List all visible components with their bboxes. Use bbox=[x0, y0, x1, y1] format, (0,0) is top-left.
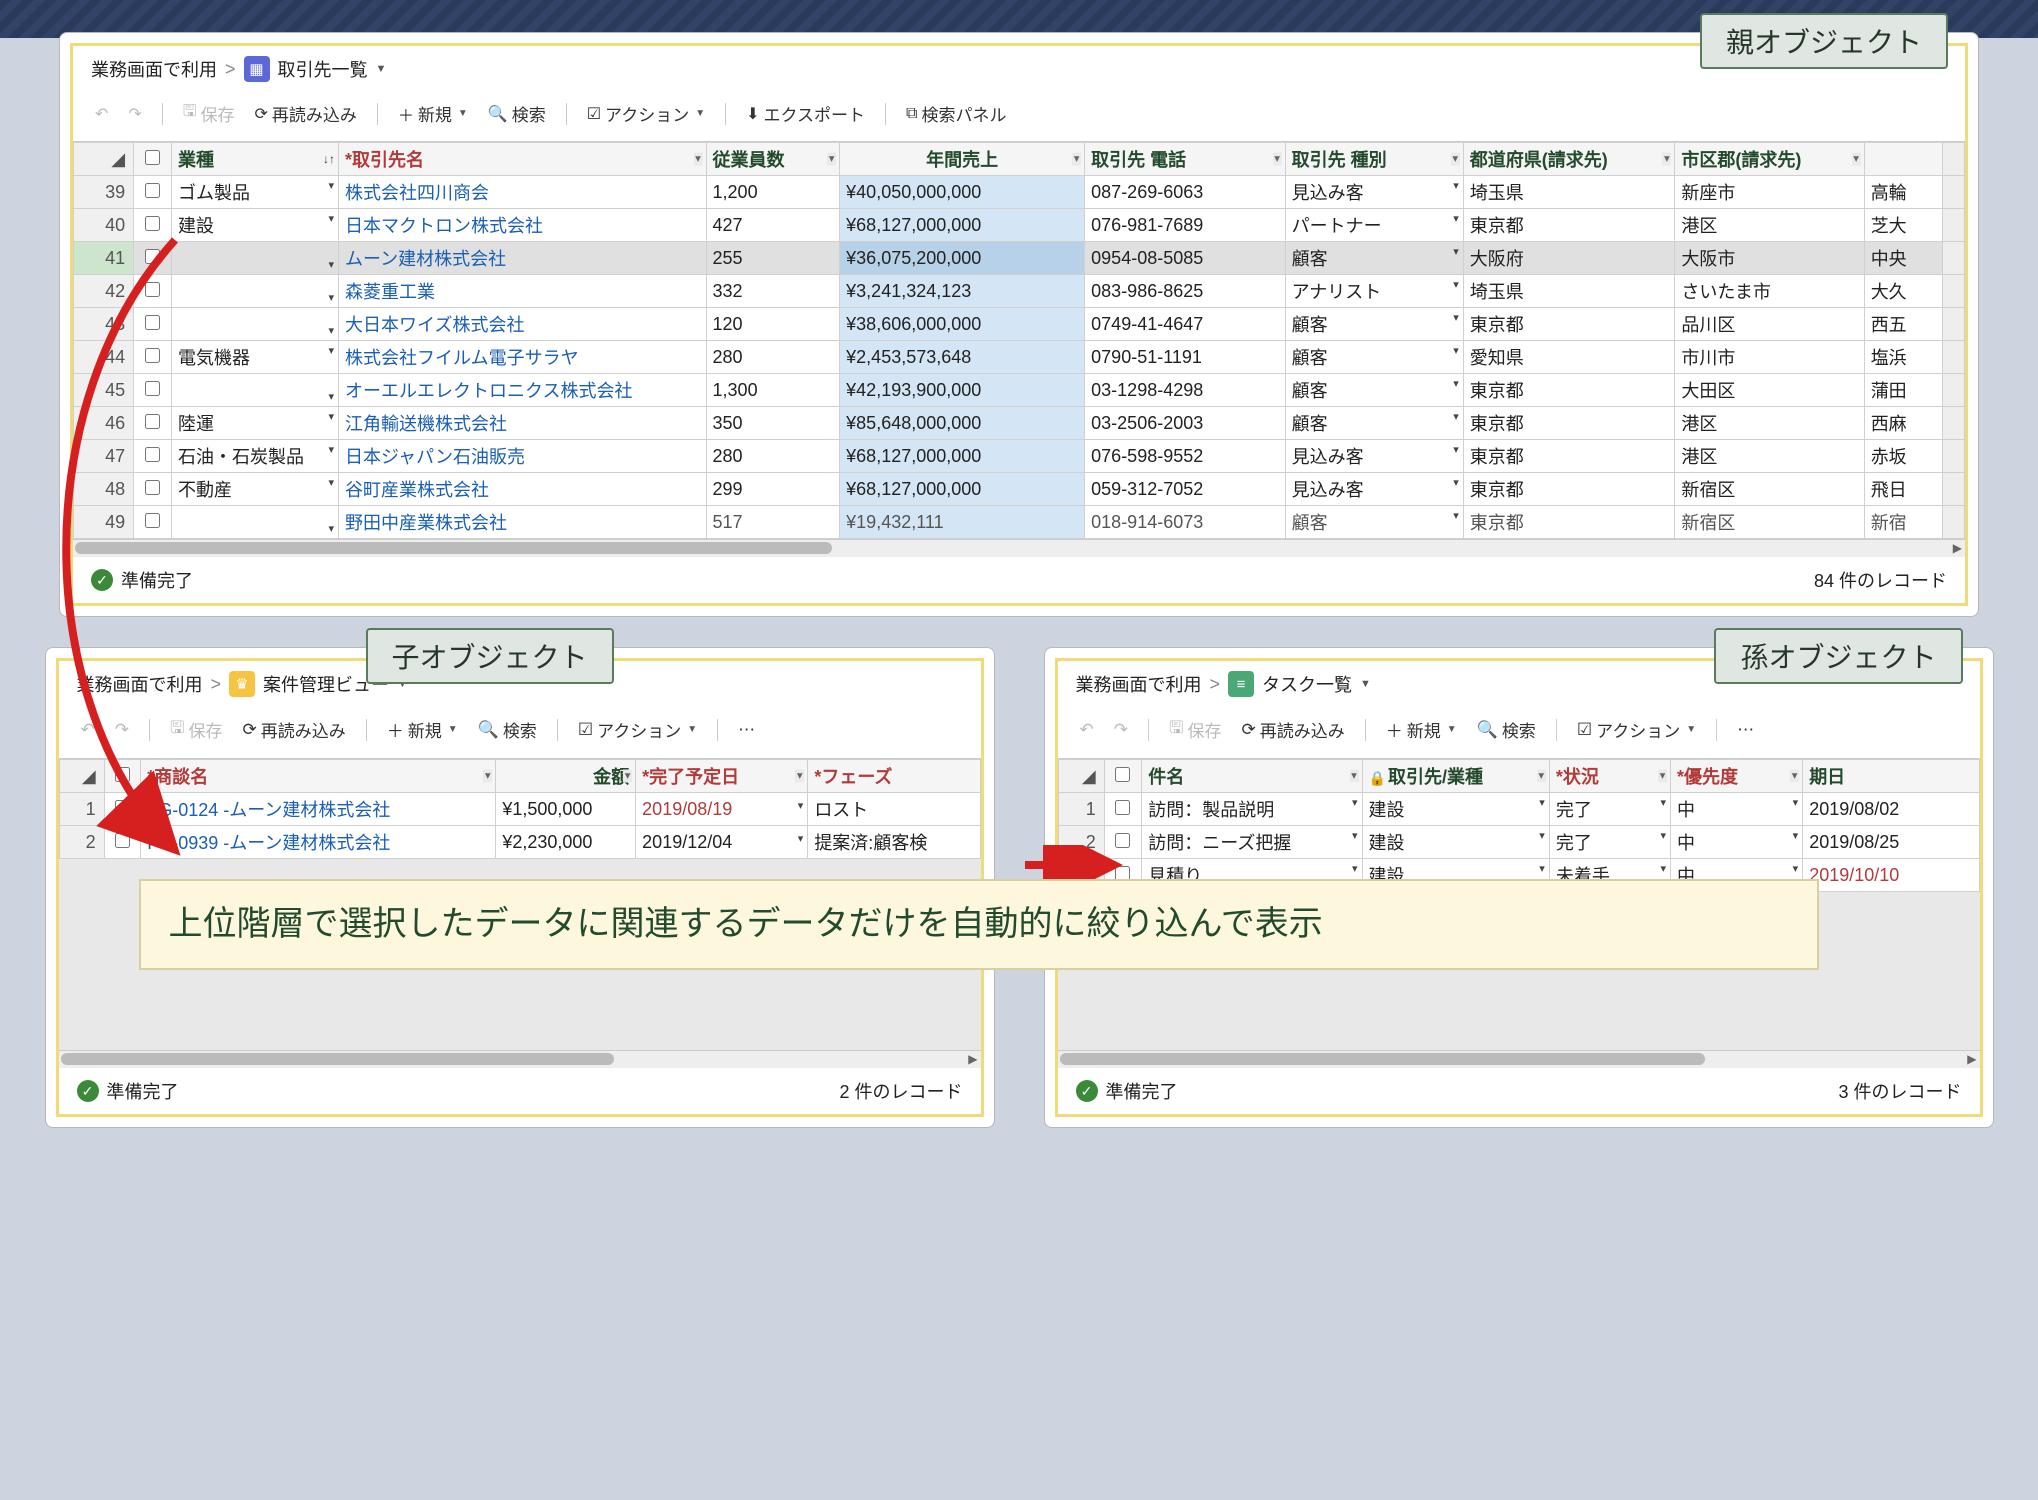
undo-button[interactable]: ↶ bbox=[87, 100, 116, 128]
col-subject[interactable]: 件名▾ bbox=[1142, 760, 1362, 793]
child-panel: 子オブジェクト 業務画面で利用 > ♛ 案件管理ビュー ▼ ↶ ↷ 🖫 保存 ⟳… bbox=[45, 647, 995, 1128]
view-name[interactable]: 取引先一覧 bbox=[278, 56, 368, 82]
table-row[interactable]: 47石油・石炭製品日本ジャパン石油販売280¥68,127,000,000076… bbox=[74, 440, 1965, 473]
action-button[interactable]: ☑ アクション▼ bbox=[1569, 713, 1704, 746]
save-button[interactable]: 🖫保存 bbox=[175, 96, 243, 131]
table-row[interactable]: 1訪問：製品説明建設完了中2019/08/02 bbox=[1058, 793, 1979, 826]
redo-button[interactable]: ↷ bbox=[120, 100, 149, 128]
table-row[interactable]: 2FG-0939 -ムーン建材株式会社¥2,230,0002019/12/04提… bbox=[59, 826, 980, 859]
table-row[interactable]: 44電気機器株式会社フイルム電子サラヤ280¥2,453,573,6480790… bbox=[74, 341, 1965, 374]
search-button[interactable]: 🔍 検索 bbox=[470, 713, 545, 746]
breadcrumb-root[interactable]: 業務画面で利用 bbox=[77, 671, 203, 697]
table-row[interactable]: 46陸運江角輸送機株式会社350¥85,648,000,00003-2506-2… bbox=[74, 407, 1965, 440]
h-scrollbar[interactable]: ◀▶ bbox=[73, 539, 1965, 557]
explanation-note: 上位階層で選択したデータに関連するデータだけを自動的に絞り込んで表示 bbox=[139, 879, 1819, 970]
table-row[interactable]: 1FG-0124 -ムーン建材株式会社¥1,500,0002019/08/19ロ… bbox=[59, 793, 980, 826]
search-panel-button[interactable]: ⧉検索パネル bbox=[898, 97, 1014, 130]
table-row[interactable]: 43大日本ワイズ株式会社120¥38,606,000,0000749-41-46… bbox=[74, 308, 1965, 341]
table-row[interactable]: 41ムーン建材株式会社255¥36,075,200,0000954-08-508… bbox=[74, 242, 1965, 275]
col-priority[interactable]: *優先度▾ bbox=[1671, 760, 1803, 793]
action-button[interactable]: ☑ アクション▼ bbox=[570, 713, 705, 746]
more-button[interactable]: ⋯ bbox=[730, 716, 763, 744]
undo-button[interactable]: ↶ bbox=[73, 716, 103, 744]
new-button[interactable]: ＋ 新規▼ bbox=[1378, 713, 1465, 746]
select-all-checkbox[interactable] bbox=[1104, 760, 1141, 793]
search-button[interactable]: 🔍 検索 bbox=[1469, 713, 1544, 746]
col-phone[interactable]: 取引先 電話▾ bbox=[1085, 143, 1285, 176]
col-industry[interactable]: 業種↓↑ bbox=[171, 143, 338, 176]
table-row[interactable]: 2訪問：ニーズ把握建設完了中2019/08/25 bbox=[1058, 826, 1979, 859]
reload-button[interactable]: ⟳ 再読み込み bbox=[1233, 713, 1352, 746]
undo-button[interactable]: ↶ bbox=[1072, 716, 1102, 744]
redo-button[interactable]: ↷ bbox=[1106, 716, 1136, 744]
col-acct-industry[interactable]: 🔒取引先/業種▾ bbox=[1362, 760, 1549, 793]
breadcrumb-root[interactable]: 業務画面で利用 bbox=[91, 56, 217, 82]
action-button[interactable]: ☑アクション▼ bbox=[579, 97, 713, 130]
col-type[interactable]: 取引先 種別▾ bbox=[1285, 143, 1463, 176]
chevron-down-icon[interactable]: ▼ bbox=[1360, 678, 1371, 690]
grandchild-callout: 孫オブジェクト bbox=[1714, 628, 1962, 684]
parent-panel: 親オブジェクト 業務画面で利用 > ▦ 取引先一覧 ▼ ↶ ↷ 🖫保存 ⟳再読み… bbox=[59, 32, 1979, 617]
lock-icon: 🔒 bbox=[1369, 770, 1386, 786]
col-phase[interactable]: *フェーズ bbox=[808, 760, 980, 793]
status-bar: ✓準備完了 84 件のレコード bbox=[73, 557, 1965, 603]
view-name[interactable]: タスク一覧 bbox=[1262, 671, 1352, 697]
reload-button[interactable]: ⟳ 再読み込み bbox=[234, 713, 353, 746]
ok-icon: ✓ bbox=[1076, 1080, 1098, 1102]
redo-button[interactable]: ↷ bbox=[107, 716, 137, 744]
h-scrollbar[interactable]: ◀▶ bbox=[59, 1050, 981, 1068]
search-button[interactable]: 🔍検索 bbox=[480, 97, 554, 130]
view-icon: ▦ bbox=[244, 56, 270, 82]
parent-grid: ◢ 業種↓↑ *取引先名▾ 従業員数▾ 年間売上▾ 取引先 電話▾ 取引先 種別… bbox=[73, 141, 1965, 557]
ok-icon: ✓ bbox=[91, 569, 113, 591]
ok-icon: ✓ bbox=[77, 1080, 99, 1102]
select-all-checkbox[interactable] bbox=[134, 143, 172, 176]
record-count: 3 件のレコード bbox=[1838, 1078, 1961, 1104]
table-row[interactable]: 45オーエルエレクトロニクス株式会社1,300¥42,193,900,00003… bbox=[74, 374, 1965, 407]
view-icon: ≡ bbox=[1228, 671, 1254, 697]
col-city[interactable]: 市区郡(請求先)▾ bbox=[1675, 143, 1864, 176]
col-due[interactable]: 期日 bbox=[1803, 760, 1979, 793]
table-row[interactable]: 49野田中産業株式会社517¥19,432,111018-914-6073顧客東… bbox=[74, 506, 1965, 539]
new-button[interactable]: ＋新規▼ bbox=[390, 97, 476, 130]
save-button[interactable]: 🖫 保存 bbox=[1161, 711, 1229, 748]
col-status[interactable]: *状況▾ bbox=[1549, 760, 1670, 793]
col-date[interactable]: *完了予定日▾ bbox=[636, 760, 808, 793]
toolbar: ↶ ↷ 🖫保存 ⟳再読み込み ＋新規▼ 🔍検索 ☑アクション▼ ⬇エクスポート … bbox=[73, 90, 1965, 141]
table-row[interactable]: 48不動産谷町産業株式会社299¥68,127,000,000059-312-7… bbox=[74, 473, 1965, 506]
corner-cell: ◢ bbox=[74, 143, 134, 176]
parent-callout: 親オブジェクト bbox=[1700, 13, 1948, 69]
chevron-down-icon[interactable]: ▼ bbox=[376, 63, 387, 75]
table-row[interactable]: 42森菱重工業332¥3,241,324,123083-986-8625アナリス… bbox=[74, 275, 1965, 308]
table-row[interactable]: 40建設日本マクトロン株式会社427¥68,127,000,000076-981… bbox=[74, 209, 1965, 242]
h-scrollbar[interactable]: ◀▶ bbox=[1058, 1050, 1980, 1068]
more-button[interactable]: ⋯ bbox=[1729, 716, 1762, 744]
col-account-name[interactable]: *取引先名▾ bbox=[339, 143, 707, 176]
save-button[interactable]: 🖫 保存 bbox=[162, 711, 230, 748]
new-button[interactable]: ＋ 新規▼ bbox=[379, 713, 466, 746]
table-row[interactable]: 39ゴム製品株式会社四川商会1,200¥40,050,000,000087-26… bbox=[74, 176, 1965, 209]
col-deal-name[interactable]: *商談名▾ bbox=[141, 760, 496, 793]
vscroll-head bbox=[1942, 143, 1964, 176]
child-callout: 子オブジェクト bbox=[366, 628, 614, 684]
col-extra[interactable] bbox=[1864, 143, 1942, 176]
breadcrumb: 業務画面で利用 > ▦ 取引先一覧 ▼ bbox=[73, 46, 1965, 90]
select-all-checkbox[interactable] bbox=[104, 760, 141, 793]
col-employees[interactable]: 従業員数▾ bbox=[706, 143, 840, 176]
export-button[interactable]: ⬇エクスポート bbox=[738, 97, 873, 130]
col-amount[interactable]: 金額▾ bbox=[496, 760, 636, 793]
record-count: 84 件のレコード bbox=[1814, 567, 1947, 593]
col-pref[interactable]: 都道府県(請求先)▾ bbox=[1463, 143, 1675, 176]
record-count: 2 件のレコード bbox=[839, 1078, 962, 1104]
breadcrumb-root[interactable]: 業務画面で利用 bbox=[1076, 671, 1202, 697]
reload-button[interactable]: ⟳再読み込み bbox=[246, 97, 364, 130]
view-icon: ♛ bbox=[229, 671, 255, 697]
col-revenue[interactable]: 年間売上▾ bbox=[840, 143, 1085, 176]
